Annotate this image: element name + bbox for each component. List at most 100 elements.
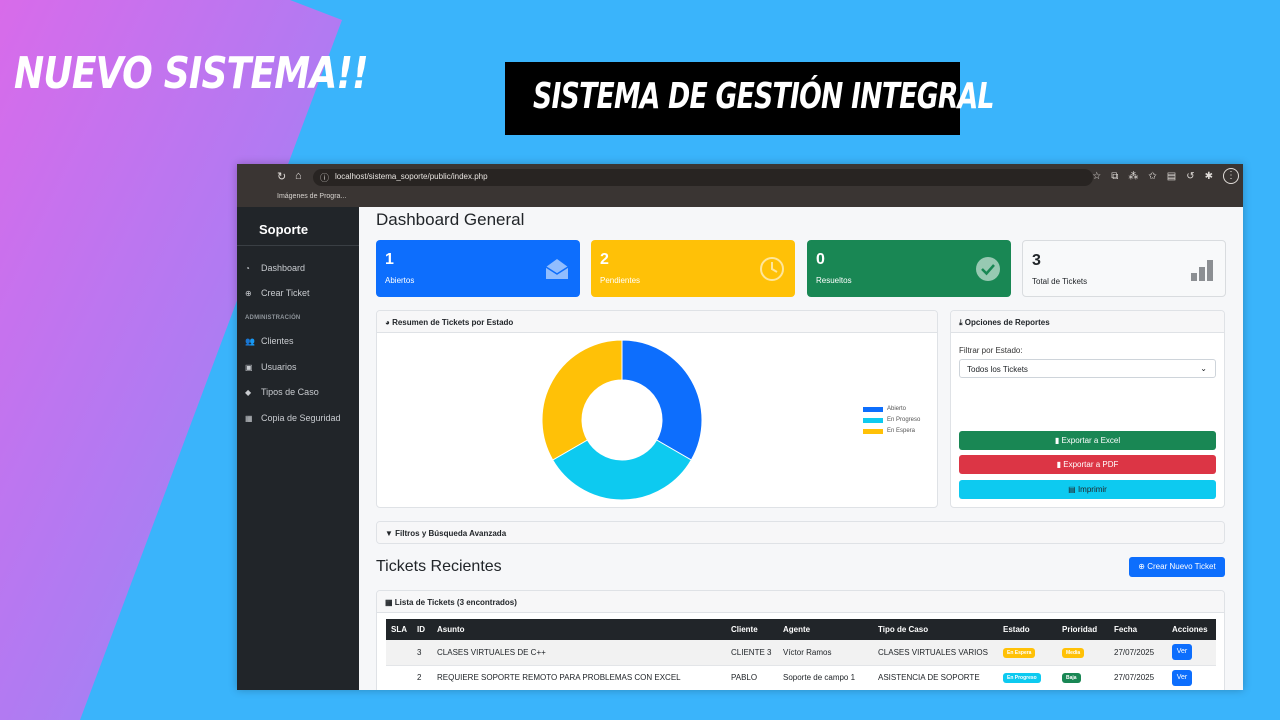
- col-estado[interactable]: Estado: [998, 619, 1057, 640]
- view-ticket-button[interactable]: Ver: [1172, 669, 1192, 686]
- browser-window: ↻ ⌂ ⓘ localhost/sistema_soporte/public/i…: [237, 164, 1243, 690]
- people-icon: 👥: [245, 336, 255, 346]
- browser-toolbar-icons: ☆ ⧉ ⁂ ✩ ▤ ↺ ✱ ⋮: [1092, 168, 1239, 184]
- cell-status: En Progreso: [998, 665, 1057, 690]
- main-content: Dashboard General 1 Abiertos 2 Pendiente…: [359, 207, 1243, 690]
- stat-value: 1: [385, 251, 394, 268]
- filters-card-header[interactable]: ▼ Filtros y Búsqueda Avanzada: [377, 522, 1224, 543]
- col-sla[interactable]: SLA: [386, 619, 412, 640]
- extensions-icon[interactable]: ⧉: [1111, 171, 1118, 182]
- translate-icon[interactable]: ⁂: [1128, 171, 1138, 182]
- col-cliente[interactable]: Cliente: [726, 619, 778, 640]
- funnel-icon: ▼: [385, 529, 393, 538]
- col-agente[interactable]: Agente: [778, 619, 873, 640]
- cell-subject: REQUIERE SOPORTE REMOTO PARA PROBLEMAS C…: [432, 665, 726, 690]
- promo-banner: SISTEMA DE GESTIÓN INTEGRAL: [505, 62, 995, 135]
- cell-status: En Espera: [998, 640, 1057, 666]
- profile-icon[interactable]: ✱: [1205, 171, 1213, 182]
- url-text: localhost/sistema_soporte/public/index.p…: [335, 172, 488, 181]
- stat-label: Abiertos: [385, 276, 415, 285]
- address-bar[interactable]: ⓘ localhost/sistema_soporte/public/index…: [313, 169, 1093, 186]
- donut-slice-en-espera[interactable]: [541, 339, 623, 461]
- pie-chart-icon: ◕: [385, 318, 390, 327]
- reports-card: ⤓ Opciones de Reportes Filtrar por Estad…: [950, 310, 1225, 508]
- col-id[interactable]: ID: [412, 619, 432, 640]
- col-asunto[interactable]: Asunto: [432, 619, 726, 640]
- chevron-down-icon: ⌄: [1200, 364, 1207, 373]
- sidebar-item-crear-ticket[interactable]: ⊕ Crear Ticket: [245, 288, 310, 298]
- speedometer-icon: ◔: [245, 263, 250, 273]
- cell-type: ASISTENCIA DE SOPORTE: [873, 665, 998, 690]
- cell-date: 27/07/2025: [1109, 640, 1167, 666]
- stat-card-abiertos[interactable]: 1 Abiertos: [376, 240, 580, 297]
- sidebar-section-heading: ADMINISTRACIÓN: [245, 315, 301, 321]
- stat-card-pendientes[interactable]: 2 Pendientes: [591, 240, 795, 297]
- browser-menu-icon[interactable]: ⋮: [1223, 168, 1239, 184]
- col-acciones[interactable]: Acciones: [1167, 619, 1216, 640]
- sidebar-brand[interactable]: Soporte: [259, 222, 308, 237]
- legend-item[interactable]: En Espera: [863, 428, 915, 434]
- cell-priority: Media: [1057, 640, 1109, 666]
- history-icon[interactable]: ↺: [1186, 171, 1194, 182]
- cell-id: 2: [412, 665, 432, 690]
- donut-slice-en-progreso[interactable]: [552, 439, 692, 501]
- bookmark-item[interactable]: Imágenes de Progra...: [277, 193, 346, 200]
- tickets-card-header: ▦ Lista de Tickets (3 encontrados): [377, 591, 1224, 613]
- donut-slice-abierto[interactable]: [621, 339, 703, 461]
- legend-label: En Espera: [887, 428, 916, 434]
- tickets-table: SLA ID Asunto Cliente Agente Tipo de Cas…: [386, 619, 1216, 690]
- export-excel-button[interactable]: ▮ Exportar a Excel: [959, 431, 1216, 450]
- priority-badge: Media: [1062, 647, 1085, 658]
- sidebar-item-tipos-de-caso[interactable]: ◆ Tipos de Caso: [245, 387, 319, 397]
- new-ticket-button[interactable]: ⊕ Crear Nuevo Ticket: [1129, 557, 1225, 577]
- site-info-icon[interactable]: ⓘ: [320, 171, 329, 184]
- home-icon[interactable]: ⌂: [295, 170, 302, 182]
- summary-title: Resumen de Tickets por Estado: [392, 318, 514, 327]
- legend-swatch: [863, 428, 883, 434]
- table-row[interactable]: 3 CLASES VIRTUALES DE C++ CLIENTE 3 Víct…: [386, 640, 1216, 666]
- filter-label: Filtrar por Estado:: [959, 346, 1023, 355]
- legend-label: En Progreso: [887, 417, 921, 423]
- printer-icon: ▤: [1068, 485, 1076, 494]
- stat-card-resueltos[interactable]: 0 Resueltos: [807, 240, 1011, 297]
- sidebar-item-label: Clientes: [261, 336, 294, 346]
- col-fecha[interactable]: Fecha: [1109, 619, 1167, 640]
- export-pdf-button[interactable]: ▮ Exportar a PDF: [959, 455, 1216, 474]
- cell-agent: Soporte de campo 1: [778, 665, 873, 690]
- bookmark-star-icon[interactable]: ☆: [1092, 171, 1101, 182]
- table-row[interactable]: 2 REQUIERE SOPORTE REMOTO PARA PROBLEMAS…: [386, 665, 1216, 690]
- status-filter-select[interactable]: Todos los Tickets ⌄: [959, 359, 1216, 378]
- reload-icon[interactable]: ↻: [277, 170, 286, 183]
- sidebar-item-clientes[interactable]: 👥 Clientes: [245, 336, 294, 346]
- cell-sla: [386, 665, 412, 690]
- reading-list-icon[interactable]: ▤: [1167, 171, 1176, 182]
- person-badge-icon: ▣: [245, 362, 253, 372]
- new-ticket-label: Crear Nuevo Ticket: [1147, 562, 1216, 571]
- print-label: Imprimir: [1077, 485, 1107, 494]
- status-filter-value: Todos los Tickets: [967, 365, 1028, 374]
- cell-actions: Ver: [1167, 640, 1216, 666]
- tickets-section-title: Tickets Recientes: [376, 558, 502, 575]
- favorites-icon[interactable]: ✩: [1148, 171, 1156, 182]
- reports-title: Opciones de Reportes: [964, 318, 1050, 327]
- status-badge: En Espera: [1003, 647, 1036, 658]
- sidebar-item-label: Copia de Seguridad: [261, 413, 341, 423]
- legend-swatch: [863, 406, 883, 412]
- legend-item[interactable]: En Progreso: [863, 417, 920, 423]
- legend-item[interactable]: Abierto: [863, 406, 906, 412]
- col-prioridad[interactable]: Prioridad: [1057, 619, 1109, 640]
- sidebar-item-dashboard[interactable]: ◔ Dashboard: [245, 263, 305, 273]
- plus-circle-icon: ⊕: [1138, 562, 1145, 571]
- view-ticket-button[interactable]: Ver: [1172, 644, 1192, 661]
- cell-subject: CLASES VIRTUALES DE C++: [432, 640, 726, 666]
- stat-card-total[interactable]: 3 Total de Tickets: [1022, 240, 1226, 297]
- sidebar-item-label: Usuarios: [261, 362, 297, 372]
- filters-card[interactable]: ▼ Filtros y Búsqueda Avanzada: [376, 521, 1225, 544]
- plus-circle-icon: ⊕: [245, 288, 252, 298]
- sidebar-item-copia-de-seguridad[interactable]: ▦ Copia de Seguridad: [245, 413, 341, 423]
- cell-type: CLASES VIRTUALES VARIOS: [873, 640, 998, 666]
- col-tipo[interactable]: Tipo de Caso: [873, 619, 998, 640]
- filters-title: Filtros y Búsqueda Avanzada: [395, 529, 507, 538]
- print-button[interactable]: ▤ Imprimir: [959, 480, 1216, 499]
- sidebar-item-usuarios[interactable]: ▣ Usuarios: [245, 362, 297, 372]
